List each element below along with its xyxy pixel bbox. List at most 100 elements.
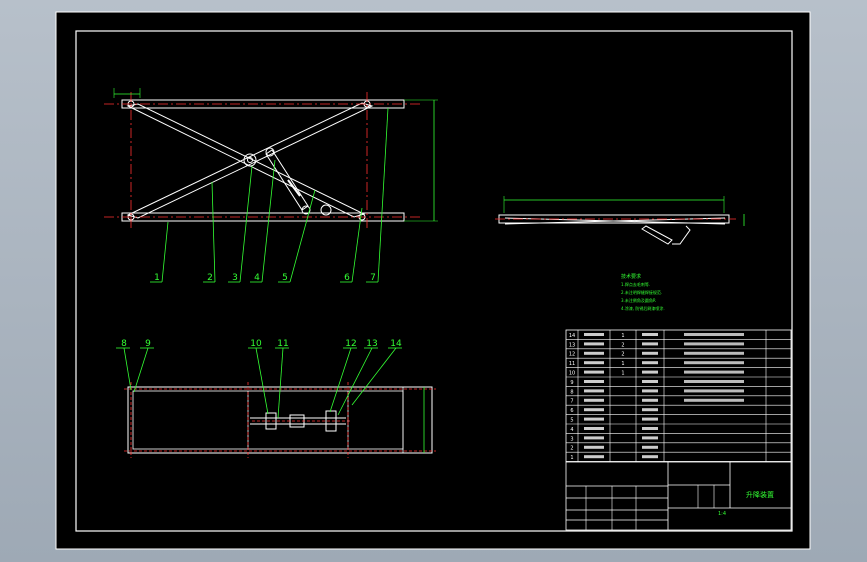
part-number: 14 [569,333,575,339]
part-standard-text [684,398,744,402]
part-standard-text [684,351,744,355]
top-view[interactable]: 8 9 10 11 12 13 14 [116,339,436,458]
side-view[interactable] [495,196,745,245]
balloon-label: 4 [254,273,260,283]
part-material-text [642,342,658,346]
side-cylinder [641,225,673,245]
part-name-text [584,361,604,365]
part-material-text [642,351,658,355]
tech-requirements: 技术要求 1.焊点去毛刺等. 2.未注明焊缝焊接规范. 3.未注倒角及圆角R 4… [621,273,665,311]
balloon-label: 10 [250,339,262,349]
leader-line [377,107,389,283]
part-number: 12 [569,352,575,358]
tech-req-line: 1.焊点去毛刺等. [621,281,650,287]
leader-line [337,347,373,416]
leader-line [133,347,149,393]
parts-list-table: 14 113 212 211 110 1987654321 [565,329,792,463]
balloon-label: 11 [277,339,288,349]
balloon-label: 8 [121,339,127,349]
part-number: 1 [570,455,573,461]
part-standard-text [684,389,744,393]
part-name-text [584,351,604,355]
leader-line [123,347,132,391]
part-name-text [584,408,604,412]
part-standard-text [684,370,744,374]
balloon-label: 3 [232,273,238,283]
part-number: 6 [570,408,573,414]
side-bracket [672,225,691,245]
part-name-text [584,342,604,346]
balloon-label: 12 [345,339,356,349]
part-standard-text [684,342,744,346]
front-view[interactable]: 1 2 3 4 5 6 7 [104,88,438,283]
leader-line [239,165,253,283]
part-qty: 1 [621,371,624,377]
part-material-text [642,445,658,449]
part-number: 5 [570,418,573,424]
part-material-text [642,417,658,421]
part-material-text [642,370,658,374]
part-name-text [584,380,604,383]
top-view-inner [132,390,404,450]
title-block: 升降装置 1:4 [565,461,792,531]
part-number: 13 [569,342,575,348]
part-number: 9 [570,380,573,386]
tech-req-line: 3.未注倒角及圆角R [621,297,656,303]
leader-line [161,221,169,283]
part-qty: 1 [621,333,624,339]
part-name-text [584,445,604,449]
part-name-text [584,333,604,336]
balloon-label: 1 [154,273,160,283]
cad-drawing: 1234567 8 9 10 11 12 13 14 技术要求 1.焊点去毛刺等… [55,11,811,550]
scissor-arm-b [126,102,374,219]
balloon-label: 13 [366,339,377,349]
part-name-text [584,398,604,402]
balloon-label: 14 [390,339,402,349]
leader-line [255,347,269,415]
part-material-text [642,455,658,459]
balloon-label: 2 [207,273,213,283]
leader-line [351,207,363,283]
part-material-text [642,361,658,365]
part-number: 4 [570,427,573,433]
drawing-scale: 1:4 [718,511,726,517]
tech-req-line: 4.涂漆, 防锈后刷漆喷涂. [621,305,665,311]
part-number: 2 [570,446,573,452]
part-standard-text [684,380,744,383]
part-standard-text [684,333,744,336]
part-name-text [584,417,604,421]
cad-viewport[interactable]: 1234567 8 9 10 11 12 13 14 技术要求 1.焊点去毛刺等… [0,0,867,562]
part-number: 3 [570,436,573,442]
tech-requirements-heading: 技术要求 [621,273,641,280]
leader-line [289,189,316,283]
part-name-text [584,455,604,459]
sheet-frame-outer [55,11,811,550]
scissor-arm-a [126,103,366,218]
part-material-text [642,389,658,393]
part-name-text [584,436,604,440]
part-qty: 2 [621,342,624,348]
part-material-text [642,380,658,383]
part-material-text [642,398,658,402]
top-view-outline [127,386,433,454]
balloon-label: 7 [370,273,376,283]
leader-line [351,347,397,406]
part-standard-text [684,361,744,365]
balloon-label: 9 [145,339,151,349]
leader-line [211,181,216,283]
part-number: 10 [569,371,575,377]
part-qty: 2 [621,352,624,358]
part-material-text [642,333,658,336]
part-name-text [584,389,604,393]
part-material-text [642,427,658,430]
part-number: 11 [569,361,575,367]
part-name-text [584,427,604,430]
tech-req-line: 2.未注明焊缝焊接规范. [621,289,662,295]
part-number: 8 [570,389,573,395]
hydraulic-cylinder [265,149,309,211]
part-name-text [584,370,604,374]
drawing-title: 升降装置 [746,490,774,499]
leader-line [277,347,284,419]
balloon-label: 5 [282,273,288,283]
part-material-text [642,436,658,440]
